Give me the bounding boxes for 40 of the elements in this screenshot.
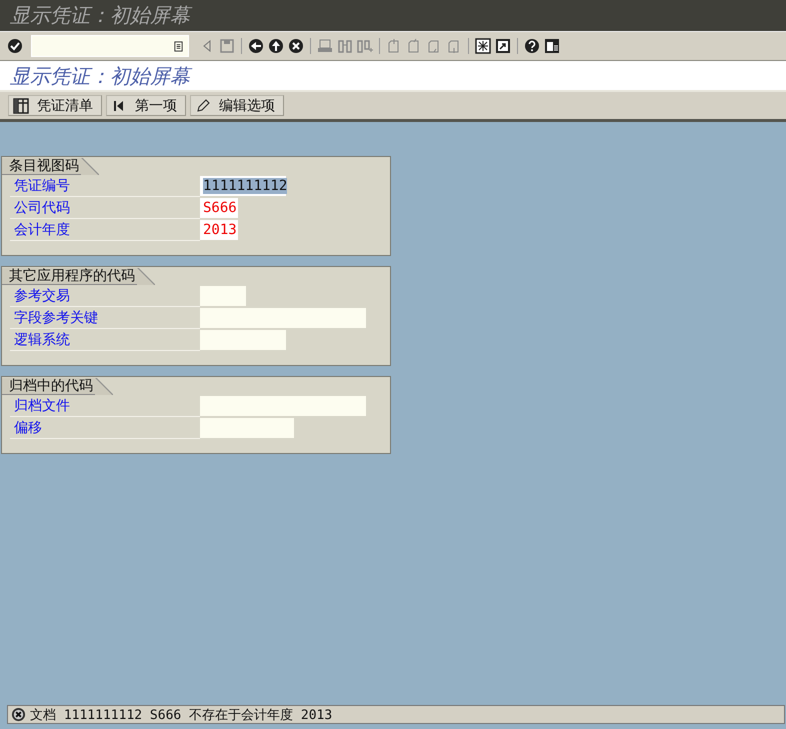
up-icon[interactable]: [268, 38, 284, 54]
table-icon: [13, 98, 29, 114]
input-field[interactable]: [200, 286, 246, 306]
binoculars-icon[interactable]: [337, 38, 353, 54]
input-field[interactable]: [200, 330, 286, 350]
binoculars-plus-icon[interactable]: [357, 38, 373, 54]
field-label: 公司代码: [10, 198, 200, 218]
group-title: 归档中的代码: [2, 378, 113, 395]
field-label: 归档文件: [10, 396, 200, 416]
group-title: 条目视图码: [2, 158, 99, 175]
screen-title: 显示凭证：初始屏幕: [10, 61, 190, 91]
command-field[interactable]: [31, 35, 189, 57]
input-field[interactable]: S666: [200, 198, 238, 218]
toolbar-button[interactable]: 第一项: [106, 95, 186, 116]
save-icon[interactable]: [219, 38, 235, 54]
cancel-icon[interactable]: [288, 38, 304, 54]
field-label: 凭证编号: [10, 176, 200, 196]
input-field[interactable]: 1111111112: [200, 176, 286, 196]
field-label: 字段参考关键: [10, 308, 200, 328]
field-label: 逻辑系统: [10, 330, 200, 350]
input-field[interactable]: 2013: [200, 220, 238, 240]
enter-icon[interactable]: [7, 38, 23, 54]
pencil-icon: [195, 98, 211, 114]
status-message: 文档 1111111112 S666 不存在于会计年度 2013: [30, 706, 332, 724]
printer-icon[interactable]: [317, 38, 333, 54]
field-label: 偏移: [10, 418, 200, 438]
input-field[interactable]: [200, 418, 294, 438]
input-field[interactable]: [200, 308, 366, 328]
window-title: 显示凭证：初始屏幕: [10, 0, 190, 31]
help-icon[interactable]: [524, 38, 540, 54]
history-icon[interactable]: [173, 40, 184, 52]
back-icon[interactable]: [248, 38, 264, 54]
field-label: 会计年度: [10, 220, 200, 240]
shortcut-icon[interactable]: [495, 38, 511, 54]
layout-menu-icon[interactable]: [544, 38, 560, 54]
toolbar-button[interactable]: 编辑选项: [190, 95, 284, 116]
group-title: 其它应用程序的代码: [2, 268, 155, 285]
field-label: 参考交易: [10, 286, 200, 306]
input-field[interactable]: [200, 396, 366, 416]
toolbar-button[interactable]: 凭证清单: [8, 95, 102, 116]
